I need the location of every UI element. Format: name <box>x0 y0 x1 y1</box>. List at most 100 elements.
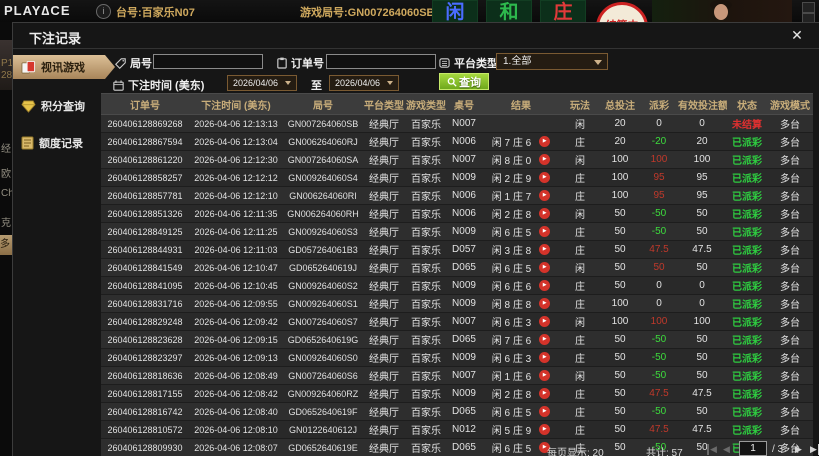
play-icon[interactable] <box>539 226 551 237</box>
cell-order-no: 260406128857781 <box>101 186 189 205</box>
sidebar-item-label: 额度记录 <box>39 138 83 150</box>
cell-payout: -20 <box>641 132 677 151</box>
cell-total-bet: 50 <box>599 348 641 367</box>
play-icon[interactable] <box>539 316 551 327</box>
bet-tile-player[interactable]: 闲 <box>432 0 478 24</box>
sidebar-item-points-query[interactable]: 积分查询 <box>13 94 109 118</box>
info-icon[interactable]: i <box>96 4 111 19</box>
cell-total-bet: 100 <box>599 168 641 187</box>
cell-round-no: GN006264060RH <box>283 204 363 223</box>
cell-result: 闲 2 庄 9 <box>481 168 561 187</box>
list-icon <box>439 58 450 68</box>
cell-status: 已派彩 <box>727 330 767 349</box>
order-no-input[interactable] <box>326 54 436 69</box>
sidebar-item-video-games[interactable]: 视讯游戏 <box>13 55 115 79</box>
date-to-picker[interactable]: 2026/04/06 <box>329 75 399 91</box>
play-icon[interactable] <box>539 154 551 165</box>
cell-table-no: N007 <box>447 312 481 331</box>
prev-page-icon[interactable]: ◀ <box>723 444 730 455</box>
play-icon[interactable] <box>539 352 551 363</box>
cell-table-no: N009 <box>447 276 481 295</box>
table-row: 260406128857781 2026-04-06 12:12:10 GN00… <box>101 186 813 205</box>
table-row: 260406128849125 2026-04-06 12:11:25 GN00… <box>101 222 813 241</box>
play-icon[interactable] <box>539 424 551 435</box>
cell-total-bet: 50 <box>599 276 641 295</box>
cell-payout: 95 <box>641 168 677 187</box>
grand-count-label: 共计: 57 <box>646 448 683 456</box>
bet-tile-tie[interactable]: 和 <box>486 0 532 24</box>
cell-table-no: N006 <box>447 204 481 223</box>
topbar-mini-icon[interactable] <box>802 2 815 13</box>
col-header: 总投注 <box>599 93 641 115</box>
cell-platform-type: 经典厅 <box>363 402 405 421</box>
play-icon[interactable] <box>539 244 551 255</box>
cell-order-no: 260406128841095 <box>101 276 189 295</box>
play-icon[interactable] <box>539 262 551 273</box>
cell-payout: -50 <box>641 330 677 349</box>
cell-order-no: 260406128823297 <box>101 348 189 367</box>
bet-tile-banker[interactable]: 庄 <box>540 0 586 24</box>
query-button-label: 查询 <box>459 76 481 89</box>
cell-payout: 0 <box>641 114 677 133</box>
cell-play-type: 庄 <box>561 132 599 151</box>
cell-status: 已派彩 <box>727 222 767 241</box>
play-icon[interactable] <box>539 190 551 201</box>
play-icon[interactable] <box>539 388 551 399</box>
play-icon[interactable] <box>539 208 551 219</box>
play-icon[interactable] <box>539 406 551 417</box>
play-icon[interactable] <box>539 172 551 183</box>
cell-result <box>481 114 561 133</box>
cell-payout: 47.5 <box>641 240 677 259</box>
cell-game-type: 百家乐 <box>405 114 447 133</box>
round-no-input[interactable] <box>153 54 263 69</box>
cell-status: 已派彩 <box>727 240 767 259</box>
cell-total-bet: 20 <box>599 132 641 151</box>
close-icon[interactable] <box>789 27 805 43</box>
cell-platform-type: 经典厅 <box>363 276 405 295</box>
cell-play-type: 庄 <box>561 222 599 241</box>
cell-status: 已派彩 <box>727 420 767 439</box>
clipboard-icon <box>277 57 287 69</box>
cell-bet-time: 2026-04-06 12:10:45 <box>189 276 283 295</box>
table-row: 260406128867594 2026-04-06 12:13:04 GN00… <box>101 132 813 151</box>
last-page-icon[interactable]: ▶ <box>810 444 819 455</box>
cell-play-type: 闲 <box>561 204 599 223</box>
cell-platform-type: 经典厅 <box>363 294 405 313</box>
dealer-video-thumbnail[interactable] <box>652 0 792 22</box>
play-icon[interactable] <box>539 280 551 291</box>
platform-type-label: 平台类型 <box>439 55 498 71</box>
cell-payout: -50 <box>641 348 677 367</box>
first-page-icon[interactable]: ◀ <box>707 444 717 455</box>
col-header: 派彩 <box>641 93 677 115</box>
cell-platform-type: 经典厅 <box>363 348 405 367</box>
table-number-label: 台号:百家乐N07 <box>116 7 195 19</box>
cell-payout: 47.5 <box>641 384 677 403</box>
play-icon[interactable] <box>539 136 551 147</box>
play-icon[interactable] <box>539 370 551 381</box>
cell-game-type: 百家乐 <box>405 168 447 187</box>
query-button[interactable]: 查询 <box>439 73 489 90</box>
cell-game-mode: 多台 <box>767 114 813 133</box>
cell-valid-bet: 47.5 <box>677 384 727 403</box>
cell-game-type: 百家乐 <box>405 294 447 313</box>
cell-game-mode: 多台 <box>767 150 813 169</box>
play-icon[interactable] <box>539 298 551 309</box>
platform-type-select[interactable]: 1.全部 <box>496 53 608 70</box>
col-header: 平台类型 <box>363 93 405 115</box>
play-icon[interactable] <box>539 334 551 345</box>
result-text: 闲 1 庄 6 <box>491 372 532 383</box>
date-from-picker[interactable]: 2026/04/06 <box>227 75 297 91</box>
date-to-label: 至 <box>311 80 322 92</box>
cell-table-no: N007 <box>447 114 481 133</box>
cell-play-type: 庄 <box>561 420 599 439</box>
cell-table-no: D065 <box>447 402 481 421</box>
result-text: 闲 2 庄 8 <box>491 210 532 221</box>
sidebar-item-quota-records[interactable]: 额度记录 <box>13 131 109 155</box>
cell-order-no: 260406128831716 <box>101 294 189 313</box>
next-page-icon[interactable]: ▶ <box>795 444 802 455</box>
col-header: 下注时间 (美东) <box>189 93 283 115</box>
cell-play-type: 庄 <box>561 384 599 403</box>
cell-order-no: 260406128851326 <box>101 204 189 223</box>
cell-bet-time: 2026-04-06 12:12:10 <box>189 186 283 205</box>
page-number-input[interactable] <box>739 441 767 456</box>
